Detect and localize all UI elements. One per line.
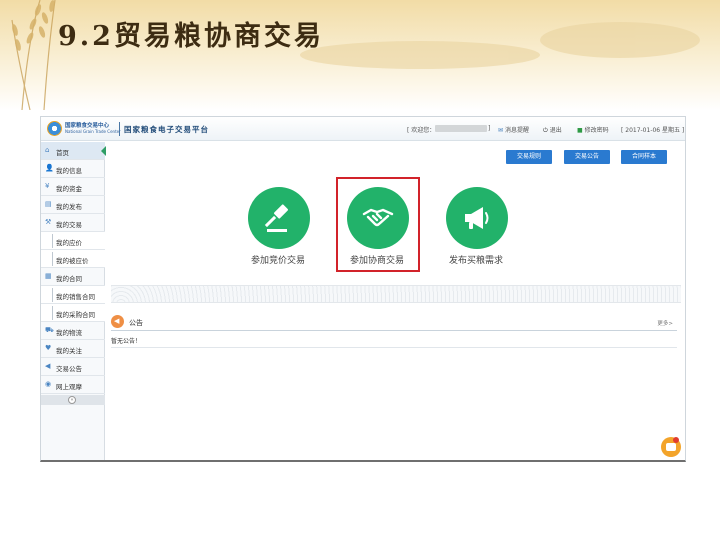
decorative-wave-band <box>111 285 681 303</box>
date-display: [ 2017-01-06 星期五 ] <box>621 127 685 134</box>
trade-icon: ⚒ <box>45 218 52 226</box>
change-password-link[interactable]: ■ 修改密码 <box>577 125 609 134</box>
sidebar-item-label: 我的发布 <box>56 203 82 211</box>
trade-rules-button[interactable]: 交易规则 <box>506 150 552 164</box>
bidding-trade-button[interactable] <box>248 187 310 249</box>
change-password-label: 修改密码 <box>584 127 609 134</box>
divider <box>119 122 120 136</box>
sidebar-item-info[interactable]: 👤 我的信息 <box>41 160 105 178</box>
notice-empty-text: 暂无公告！ <box>111 338 142 345</box>
messages-link[interactable]: ✉ 消息提醒 <box>498 125 529 134</box>
sidebar-item-contracts[interactable]: ▦ 我的合同 <box>41 268 105 286</box>
home-icon: ⌂ <box>45 146 50 154</box>
top-bar: 国家粮食交易中心 National Grain Trade Center 国家粮… <box>41 117 685 141</box>
sidebar-item-announcements[interactable]: ◀ 交易公告 <box>41 358 105 376</box>
purchase-request-label[interactable]: 发布买粮需求 <box>449 253 503 266</box>
sidebar-item-label: 我的合同 <box>56 275 82 283</box>
sidebar-item-label: 我的信息 <box>56 167 82 175</box>
notice-title: 公告 <box>129 319 143 327</box>
sidebar-item-label: 我的被应价 <box>56 257 89 265</box>
sidebar-item-label: 我的物流 <box>56 329 82 337</box>
mail-icon: ✉ <box>498 127 504 134</box>
sidebar-item-logistics[interactable]: ⛟ 我的物流 <box>41 322 105 340</box>
sidebar-item-label: 我的采购合同 <box>56 311 95 319</box>
notice-header: ◀ 公告 更多> <box>111 313 677 331</box>
speaker-icon: ◀ <box>111 315 124 328</box>
tree-line <box>52 288 53 302</box>
sidebar-item-label: 我的资金 <box>56 185 82 193</box>
sidebar-subitem-my-bids[interactable]: 我的应价 <box>41 232 105 250</box>
collapse-icon[interactable]: « <box>68 396 76 404</box>
sidebar-item-label: 我的关注 <box>56 347 82 355</box>
notification-dot <box>673 437 679 443</box>
sidebar-item-label: 我的交易 <box>56 221 82 229</box>
bidding-trade-label[interactable]: 参加竞价交易 <box>251 253 305 266</box>
tree-line <box>52 306 53 320</box>
sidebar-item-observe[interactable]: ◉ 网上观摩 <box>41 376 105 394</box>
sidebar-item-trade[interactable]: ⚒ 我的交易 <box>41 214 105 232</box>
user-icon: 👤 <box>45 164 54 172</box>
money-icon: ¥ <box>45 182 50 190</box>
sidebar-item-label: 首页 <box>56 149 69 157</box>
sidebar-item-publish[interactable]: ▤ 我的发布 <box>41 196 105 214</box>
platform-title: 国家粮食电子交易平台 <box>124 125 209 134</box>
power-icon: ⏻ <box>543 127 548 134</box>
slide-title: 9.2贸易粮协商交易 <box>58 21 324 52</box>
username-redacted <box>435 125 487 132</box>
truck-icon: ⛟ <box>45 326 54 334</box>
sidebar-item-home[interactable]: ⌂ 首页 <box>41 142 106 160</box>
messages-label: 消息提醒 <box>505 127 530 134</box>
sidebar-collapse-bar: « <box>41 395 105 405</box>
trade-announcement-button[interactable]: 交易公告 <box>564 150 610 164</box>
eye-icon: ◉ <box>45 380 52 388</box>
sidebar-subitem-received-bids[interactable]: 我的被应价 <box>41 250 105 268</box>
publish-icon: ▤ <box>45 200 52 208</box>
tree-line <box>52 234 53 248</box>
contract-template-button[interactable]: 合同样本 <box>621 150 667 164</box>
divider <box>111 347 677 348</box>
sidebar-subitem-sales-contracts[interactable]: 我的销售合同 <box>41 286 105 304</box>
sidebar-item-label: 我的应价 <box>56 239 82 247</box>
contract-icon: ▦ <box>45 272 52 280</box>
platform-window: 国家粮食交易中心 National Grain Trade Center 国家粮… <box>40 116 686 462</box>
logout-label: 退出 <box>549 127 562 134</box>
welcome-text: [ 欢迎您： <box>407 127 436 134</box>
logo-icon <box>47 121 62 136</box>
notice-more-link[interactable]: 更多> <box>657 319 673 327</box>
sidebar-item-funds[interactable]: ¥ 我的资金 <box>41 178 105 196</box>
sidebar-item-follows[interactable]: ♥ 我的关注 <box>41 340 105 358</box>
logo[interactable]: 国家粮食交易中心 National Grain Trade Center <box>47 121 121 137</box>
lock-icon: ■ <box>577 127 583 134</box>
purchase-request-button[interactable] <box>446 187 508 249</box>
logout-link[interactable]: ⏻ 退出 <box>543 125 562 135</box>
sidebar-item-label: 网上观摩 <box>56 383 82 391</box>
welcome-bracket: ] <box>488 125 491 132</box>
announce-icon: ◀ <box>45 362 51 370</box>
logo-text-cn: 国家粮食交易中心 <box>65 123 110 129</box>
megaphone-icon <box>465 207 489 229</box>
tree-line <box>52 252 53 266</box>
active-indicator <box>101 146 106 156</box>
slide-header: 9.2贸易粮协商交易 <box>0 0 720 110</box>
sidebar-item-label: 交易公告 <box>56 365 82 373</box>
heart-icon: ♥ <box>45 344 52 352</box>
sidebar-subitem-purchase-contracts[interactable]: 我的采购合同 <box>41 304 105 322</box>
sidebar-item-label: 我的销售合同 <box>56 293 95 301</box>
logo-text-en: National Grain Trade Center <box>65 129 121 134</box>
gavel-icon <box>264 204 289 232</box>
sidebar: ⌂ 首页 👤 我的信息 ¥ 我的资金 ▤ 我的发布 ⚒ 我的交易 我的应价 我的… <box>41 142 106 460</box>
highlight-box <box>336 177 420 272</box>
